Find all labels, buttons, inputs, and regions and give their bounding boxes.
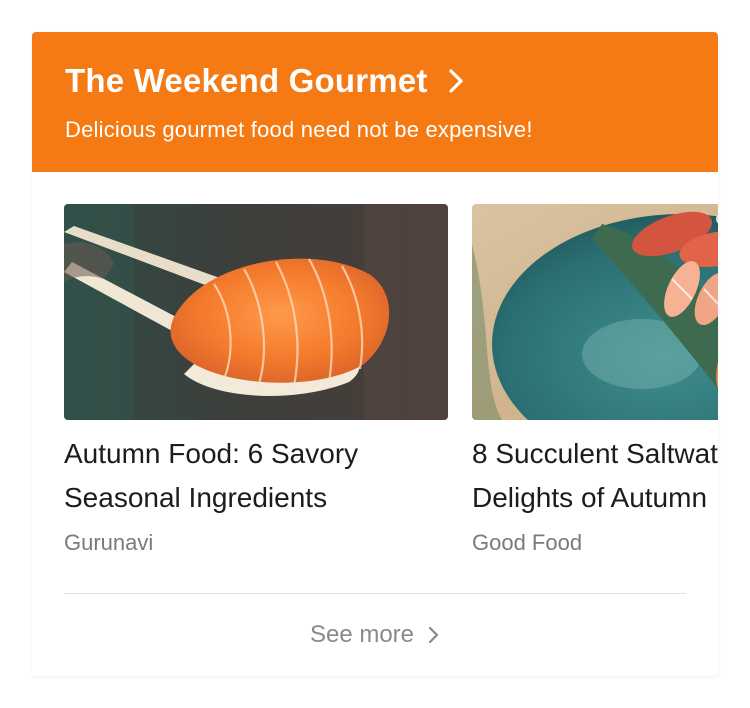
- header-title: The Weekend Gourmet: [65, 62, 428, 99]
- article-card[interactable]: 8 Succulent Saltwater Delights of Autumn…: [472, 204, 718, 555]
- header-subtitle: Delicious gourmet food need not be expen…: [65, 117, 533, 142]
- see-more-label: See more: [309, 621, 415, 648]
- article-title-line: 8 Succulent Saltwater: [472, 438, 718, 469]
- header-title-link[interactable]: The Weekend Gourmet: [65, 60, 466, 102]
- article-title-line: Seasonal Ingredients: [64, 482, 328, 513]
- article-title-line: Autumn Food: 6 Savory: [64, 438, 359, 469]
- card-header[interactable]: The Weekend Gourmet Delicious gourmet fo…: [32, 32, 718, 172]
- article-carousel[interactable]: Autumn Food: 6 Savory Seasonal Ingredien…: [64, 204, 718, 564]
- article-source: Gurunavi: [64, 530, 154, 555]
- sushi-plate-image: [472, 204, 718, 420]
- divider: [64, 593, 686, 594]
- gourmet-card: The Weekend Gourmet Delicious gourmet fo…: [32, 32, 718, 676]
- chevron-right-icon: [428, 625, 440, 645]
- article-title-line: Delights of Autumn: [472, 482, 708, 513]
- article-card[interactable]: Autumn Food: 6 Savory Seasonal Ingredien…: [64, 204, 448, 555]
- article-title[interactable]: Autumn Food: 6 Savory Seasonal Ingredien…: [64, 432, 448, 520]
- article-source: Good Food: [472, 530, 583, 555]
- article-title[interactable]: 8 Succulent Saltwater Delights of Autumn: [472, 432, 718, 520]
- salmon-nigiri-image: [64, 204, 448, 420]
- see-more-link[interactable]: See more: [32, 617, 718, 653]
- chevron-right-icon: [446, 67, 466, 95]
